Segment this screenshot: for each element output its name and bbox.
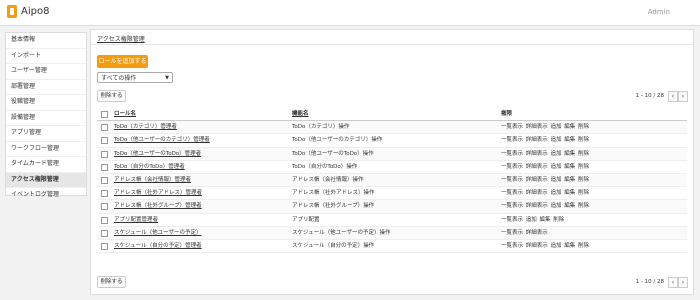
feature-cell: スケジュール（自分の予定）操作 [292,242,375,249]
row-checkbox[interactable] [101,190,108,198]
roles-table: ロール名 機能名 権限 ToDo（カテゴリ）管理者 ToDo（カテゴリ）操作 一覧表… [97,108,687,254]
pagination-top: 1 - 10 / 28 ‹ › [636,90,688,102]
permission-cell: 一覧表示 追加 編集 削除 [501,216,565,223]
pagination-bottom: 1 - 10 / 28 ‹ › [636,276,688,288]
row-checkbox[interactable] [101,124,108,132]
next-page-button[interactable]: › [678,90,688,102]
table-row: アドレス帳（社外アドレス）管理者 アドレス帳（社外アドレス）操作 一覧表示 詳細表示… [97,187,687,201]
role-link[interactable]: アドレス帳（社外グループ）管理者 [114,200,202,212]
permission-cell: 一覧表示 詳細表示 追加 編集 削除 [501,242,589,249]
permission-cell: 一覧表示 詳細表示 追加 編集 削除 [501,176,589,183]
delete-button-top[interactable]: 削除する [97,90,126,102]
role-link[interactable]: ToDo（自分のToDo）管理者 [114,161,185,173]
role-link[interactable]: アドレス帳（会社情報）管理者 [114,174,191,186]
table-row: アドレス帳（社外グループ）管理者 アドレス帳（社外グループ）操作 一覧表示 詳細表示… [97,200,687,214]
app-header: Aipo8 Admin [0,0,700,26]
column-role[interactable]: ロール名 [114,108,136,120]
operation-filter-select[interactable]: すべての操作 ▼ [97,72,173,83]
row-checkbox[interactable] [101,242,108,250]
permission-cell: 一覧表示 詳細表示 追加 編集 削除 [501,150,589,157]
sidebar-item-timecard[interactable]: タイムカード管理 [6,157,86,173]
role-link[interactable]: ToDo（カテゴリ）管理者 [114,121,177,133]
role-link[interactable]: ToDo（他ユーザーのカテゴリ）管理者 [114,134,210,146]
permission-cell: 一覧表示 詳細表示 追加 編集 削除 [501,137,589,144]
column-feature[interactable]: 機能名 [292,108,309,120]
table-row: スケジュール（自分の予定）管理者 スケジュール（自分の予定）操作 一覧表示 詳細表示… [97,240,687,254]
row-checkbox[interactable] [101,203,108,211]
permission-cell: 一覧表示 詳細表示 [501,229,548,236]
user-menu[interactable]: Admin [648,8,670,16]
sidebar-item-users[interactable]: ユーザー管理 [6,64,86,80]
pagination-text: 1 - 10 / 28 [635,93,664,99]
feature-cell: アドレス帳（社外グループ）操作 [292,203,375,210]
add-role-button[interactable]: ロールを追加する [97,55,148,68]
feature-cell: アドレス帳（社外アドレス）操作 [292,190,375,197]
row-checkbox[interactable] [101,229,108,237]
row-checkbox[interactable] [101,176,108,184]
sidebar-item-workflow[interactable]: ワークフロー管理 [6,142,86,157]
table-row: スケジュール（他ユーザーの予定） スケジュール（他ユーザーの予定）操作 一覧表示 詳… [97,226,687,240]
feature-cell: ToDo（他ユーザーのToDo）操作 [292,150,374,157]
sidebar-item-departments[interactable]: 部署管理 [6,80,86,95]
sidebar-item-positions[interactable]: 役職管理 [6,95,86,111]
role-link[interactable]: ToDo（他ユーザーのToDo）管理者 [114,148,201,160]
role-link[interactable]: アドレス帳（社外アドレス）管理者 [114,187,202,199]
logo-icon [7,5,17,18]
prev-page-button[interactable]: ‹ [668,276,678,288]
main-panel: アクセス権限管理 ロールを追加する すべての操作 ▼ 削除する 1 - 10 /… [90,29,694,295]
table-row: ToDo（他ユーザーのカテゴリ）管理者 ToDo（他ユーザーのカテゴリ）操作 一覧表… [97,134,687,148]
select-all-checkbox[interactable] [101,111,108,118]
row-checkbox[interactable] [101,150,108,158]
sidebar-item-apps[interactable]: アプリ管理 [6,126,86,142]
next-page-button[interactable]: › [678,276,688,288]
logo-text: Aipo8 [21,6,50,17]
row-checkbox[interactable] [101,216,108,224]
sidebar-item-import[interactable]: インポート [6,49,86,64]
table-row: ToDo（他ユーザーのToDo）管理者 ToDo（他ユーザーのToDo）操作 一覧表… [97,147,687,161]
sidebar-item-basic[interactable]: 基本情報 [6,33,86,49]
table-row: アプリ配置管理者 アプリ配置 一覧表示 追加 編集 削除 [97,214,687,227]
permission-cell: 一覧表示 詳細表示 追加 編集 削除 [501,203,589,210]
row-checkbox[interactable] [101,137,108,145]
delete-button-bottom[interactable]: 削除する [97,276,126,288]
divider [91,44,693,45]
column-permission: 権限 [501,111,513,117]
sidebar-item-access[interactable]: アクセス権限管理 [6,172,86,188]
breadcrumb[interactable]: アクセス権限管理 [97,34,145,43]
feature-cell: ToDo（他ユーザーのカテゴリ）操作 [292,137,383,144]
select-value: すべての操作 [101,75,137,82]
sidebar: 基本情報 インポート ユーザー管理 部署管理 役職管理 設備管理 アプリ管理 ワ… [5,32,87,204]
feature-cell: ToDo（自分のToDo）操作 [292,163,358,170]
role-link[interactable]: スケジュール（他ユーザーの予定） [114,227,202,239]
table-header: ロール名 機能名 権限 [97,108,687,122]
prev-page-button[interactable]: ‹ [668,90,678,102]
permission-cell: 一覧表示 詳細表示 追加 編集 削除 [501,124,589,131]
table-row: アドレス帳（会社情報）管理者 アドレス帳（会社情報）操作 一覧表示 詳細表示 追加 … [97,173,687,188]
role-link[interactable]: スケジュール（自分の予定）管理者 [114,240,202,252]
row-checkbox[interactable] [101,163,108,171]
sidebar-item-eventlog[interactable]: イベントログ管理 [6,188,86,204]
permission-cell: 一覧表示 詳細表示 追加 編集 削除 [501,190,589,197]
table-row: ToDo（自分のToDo）管理者 ToDo（自分のToDo）操作 一覧表示 詳細表示… [97,161,687,174]
permission-cell: 一覧表示 詳細表示 追加 編集 削除 [501,163,589,170]
chevron-down-icon: ▼ [165,75,169,81]
feature-cell: アプリ配置 [292,216,320,223]
feature-cell: アドレス帳（会社情報）操作 [292,176,364,183]
logo[interactable]: Aipo8 [7,5,49,18]
pagination-text: 1 - 10 / 28 [635,279,664,285]
role-link[interactable]: アプリ配置管理者 [114,214,158,226]
table-row: ToDo（カテゴリ）管理者 ToDo（カテゴリ）操作 一覧表示 詳細表示 追加 編集… [97,121,687,135]
feature-cell: ToDo（カテゴリ）操作 [292,124,350,131]
feature-cell: スケジュール（他ユーザーの予定）操作 [292,229,391,236]
sidebar-item-facilities[interactable]: 設備管理 [6,111,86,126]
